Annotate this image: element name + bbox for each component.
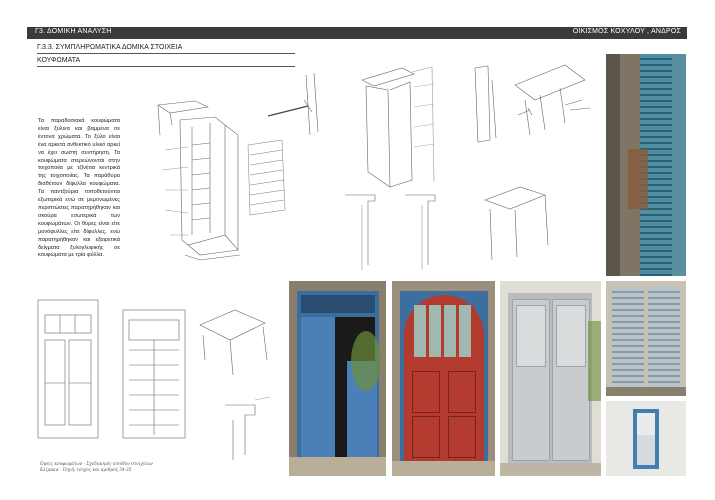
header-left-title: Γ3. ΔΟΜΙΚΗ ΑΝΑΛΥΣΗ <box>35 28 112 35</box>
frame-nail-sketch <box>268 72 319 136</box>
section-title: Γ.3.3. ΣΥΜΠΛΗΡΩΜΑΤΙΚΑ ΔΟΜΙΚΑ ΣΤΟΙΧΕΙΑ <box>37 44 183 51</box>
grey-door-photo <box>500 281 601 476</box>
lintel-threshold-sketch <box>199 309 271 460</box>
weathered-shutter-photo <box>606 54 686 276</box>
wall-section-sketch <box>247 140 286 216</box>
section-divider <box>37 53 295 54</box>
small-window-photo <box>606 401 686 476</box>
header-right-title: ΟΙΚΙΣΜΟΣ ΚΟΧΥΛΟΥ , ΑΝΔΡΟΣ <box>572 28 681 35</box>
lintel-profile-sketches <box>345 186 549 270</box>
body-paragraph: Τα παραδοσιακά κουφώματα είναι ξύλινα κα… <box>38 118 120 259</box>
sketch-caption-line2: Κλίμακα - Πηγή: τεύχος και αριθμός 34-35 <box>40 467 132 472</box>
subsection-divider <box>37 66 295 67</box>
door-elevations-sketch <box>37 299 186 439</box>
blue-door-photo <box>289 281 386 476</box>
red-door-photo <box>392 281 495 476</box>
sketch-caption-line1: Όψεις κουφωμάτων - Σχεδιασμός εισόδου στ… <box>40 461 153 466</box>
subsection-title: ΚΟΥΦΩΜΑΤΑ <box>37 57 81 64</box>
shutters-photo <box>606 281 686 396</box>
window-frame-sketch <box>157 100 241 261</box>
door-jamb-sketch <box>361 66 435 188</box>
hinge-detail-sketch <box>474 64 591 143</box>
header-bar: Γ3. ΔΟΜΙΚΗ ΑΝΑΛΥΣΗ ΟΙΚΙΣΜΟΣ ΚΟΧΥΛΟΥ , ΑΝ… <box>27 27 687 39</box>
